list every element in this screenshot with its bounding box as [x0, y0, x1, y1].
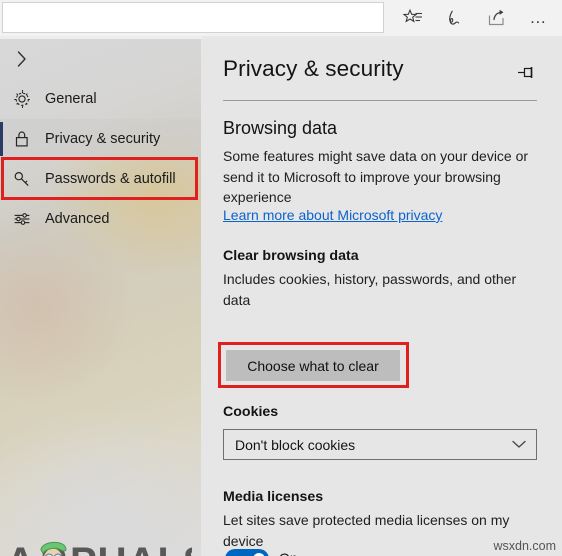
site-watermark: wsxdn.com	[493, 539, 556, 553]
media-licenses-toggle-label: On	[279, 550, 298, 556]
sidebar-item-privacy-security[interactable]: Privacy & security	[0, 119, 201, 159]
svg-text:PUALS: PUALS	[70, 540, 192, 556]
sidebar-item-label: General	[45, 91, 97, 107]
sidebar-item-passwords-autofill[interactable]: Passwords & autofill	[0, 159, 201, 199]
chevron-right-icon	[12, 49, 32, 69]
clear-browsing-data-heading: Clear browsing data	[223, 248, 359, 264]
more-icon[interactable]: …	[518, 1, 560, 35]
toolbar-icon-group: …	[392, 0, 562, 36]
microsoft-privacy-link[interactable]: Learn more about Microsoft privacy	[223, 207, 442, 223]
choose-what-to-clear-button[interactable]: Choose what to clear	[226, 350, 400, 381]
sidebar-item-advanced[interactable]: Advanced	[0, 199, 201, 239]
more-icon-glyph: …	[529, 8, 549, 27]
sidebar-item-label: Advanced	[45, 211, 110, 227]
appuals-watermark-logo: A P PUALS	[6, 533, 201, 556]
cookies-select[interactable]: Don't block cookies	[223, 429, 537, 460]
cookies-heading: Cookies	[223, 404, 279, 420]
cookies-select-value: Don't block cookies	[235, 436, 356, 453]
browsing-data-description: Some features might save data on your de…	[223, 148, 529, 205]
clear-browsing-data-description: Includes cookies, history, passwords, an…	[223, 271, 517, 308]
lock-icon	[12, 128, 38, 150]
settings-sidebar: General Privacy & security Passwords & a…	[0, 39, 201, 556]
media-licenses-heading: Media licenses	[223, 489, 324, 505]
browser-window: … General Privacy & security Passwords &…	[0, 0, 562, 556]
sliders-icon	[12, 208, 38, 230]
browsing-data-heading: Browsing data	[223, 118, 338, 138]
media-licenses-toggle[interactable]	[225, 549, 269, 556]
settings-main-panel: Privacy & security Browsing data Some fe…	[201, 39, 562, 556]
browser-toolbar: …	[0, 0, 562, 36]
notes-icon[interactable]	[434, 1, 476, 35]
share-icon[interactable]	[476, 1, 518, 35]
sidebar-item-label: Passwords & autofill	[45, 171, 176, 187]
chevron-down-icon	[511, 436, 527, 454]
sidebar-item-general[interactable]: General	[0, 79, 201, 119]
selection-accent-bar	[0, 122, 3, 156]
page-title: Privacy & security	[223, 56, 404, 81]
address-bar[interactable]	[2, 2, 384, 33]
favorites-icon[interactable]	[392, 1, 434, 35]
key-icon	[12, 168, 38, 190]
media-licenses-description: Let sites save protected media licenses …	[223, 512, 510, 549]
sidebar-collapse-button[interactable]	[0, 39, 201, 79]
sidebar-item-label: Privacy & security	[45, 131, 161, 147]
pin-icon[interactable]	[512, 61, 538, 85]
gear-icon	[12, 88, 38, 110]
title-divider	[223, 100, 537, 101]
svg-text:A: A	[6, 540, 36, 556]
